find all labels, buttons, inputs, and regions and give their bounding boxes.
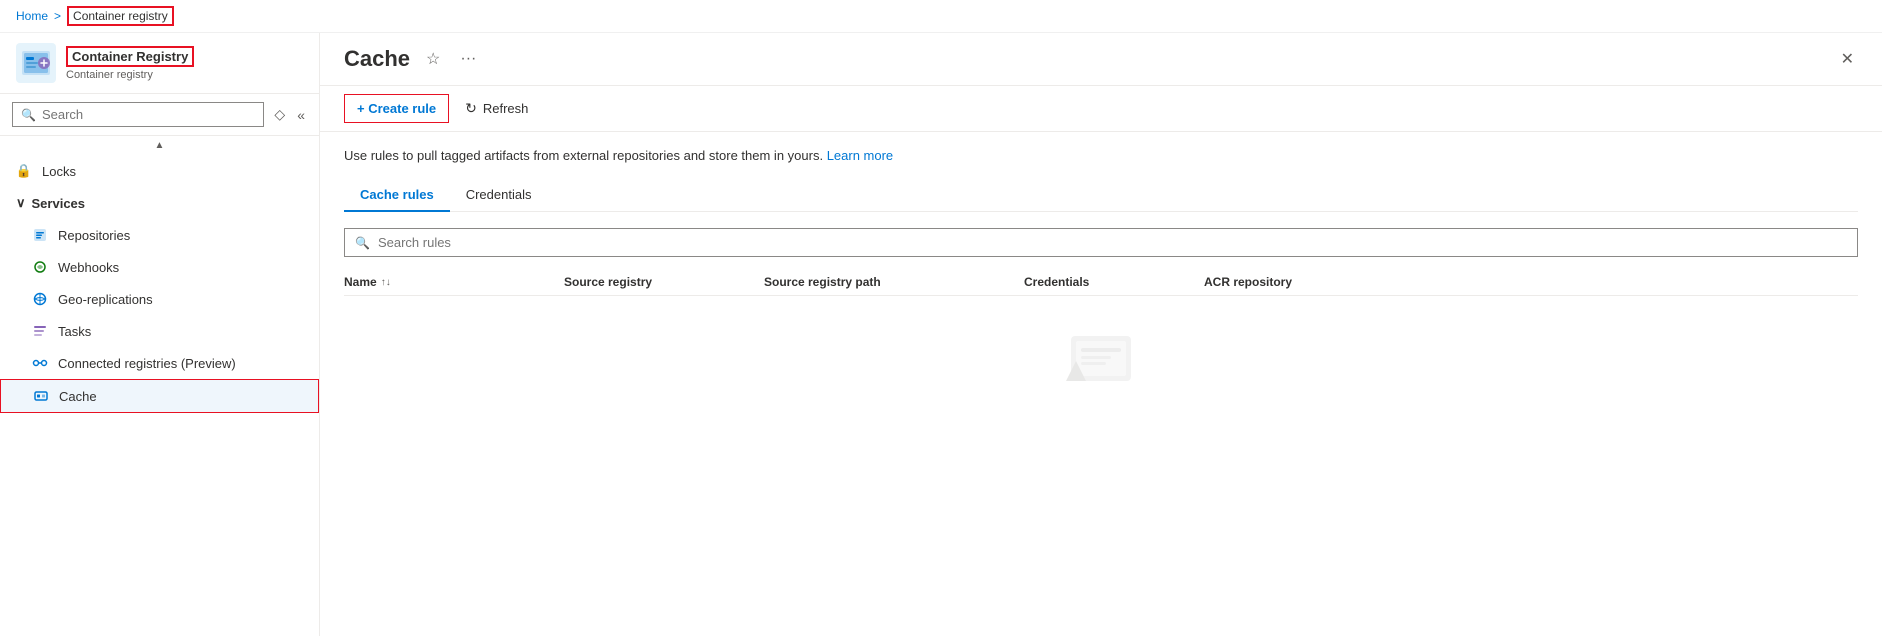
resource-subtitle: Container registry bbox=[66, 69, 194, 81]
filter-icon-button[interactable]: ◇ bbox=[272, 104, 287, 125]
search-rules-icon: 🔍 bbox=[355, 236, 370, 250]
sidebar-item-webhooks-label: Webhooks bbox=[58, 260, 119, 275]
breadcrumb: Home > Container registry bbox=[0, 0, 1882, 33]
resource-name: Container Registry bbox=[66, 46, 194, 67]
col-name: Name ↑↓ bbox=[344, 275, 564, 289]
sidebar-section-services-label: Services bbox=[32, 196, 86, 211]
container-registry-icon bbox=[16, 43, 56, 83]
collapse-icon-button[interactable]: « bbox=[295, 105, 307, 125]
sidebar-item-connected-registries[interactable]: Connected registries (Preview) bbox=[0, 347, 319, 379]
refresh-label: Refresh bbox=[483, 101, 529, 116]
sidebar-item-webhooks[interactable]: Webhooks bbox=[0, 251, 319, 283]
header-actions: ✕ bbox=[1837, 45, 1858, 73]
resource-title-block: Container Registry Container registry bbox=[66, 46, 194, 81]
search-actions: ◇ « bbox=[272, 104, 307, 125]
sidebar-item-tasks-label: Tasks bbox=[58, 324, 91, 339]
breadcrumb-home[interactable]: Home bbox=[16, 9, 48, 23]
search-rules-input[interactable] bbox=[378, 235, 1847, 250]
sidebar-item-locks[interactable]: 🔒 Locks bbox=[0, 155, 319, 187]
sidebar-item-geo-replications-label: Geo-replications bbox=[58, 292, 153, 307]
refresh-button[interactable]: ↻ Refresh bbox=[457, 94, 536, 123]
cache-icon bbox=[33, 388, 49, 404]
create-rule-button[interactable]: + Create rule bbox=[344, 94, 449, 123]
sidebar-item-connected-registries-label: Connected registries (Preview) bbox=[58, 356, 236, 371]
chevron-down-icon: ∨ bbox=[16, 195, 26, 211]
webhooks-icon bbox=[32, 259, 48, 275]
col-acr-repository: ACR repository bbox=[1204, 275, 1858, 289]
search-input-wrapper: 🔍 bbox=[12, 102, 264, 127]
connected-icon bbox=[32, 355, 48, 371]
sidebar-section-services[interactable]: ∨ Services bbox=[0, 187, 319, 219]
sidebar-search-bar: 🔍 ◇ « bbox=[0, 94, 319, 136]
empty-illustration bbox=[1061, 316, 1141, 396]
breadcrumb-current: Container registry bbox=[67, 6, 174, 26]
sidebar-item-locks-label: Locks bbox=[42, 164, 76, 179]
resource-header: Container Registry Container registry bbox=[0, 33, 319, 94]
sidebar-nav: ▲ 🔒 Locks ∨ Services Repositories bbox=[0, 136, 319, 636]
toolbar: + Create rule ↻ Refresh bbox=[320, 86, 1882, 132]
scroll-up-indicator: ▲ bbox=[155, 140, 165, 151]
sidebar-item-geo-replications[interactable]: Geo-replications bbox=[0, 283, 319, 315]
tabs: Cache rules Credentials bbox=[344, 179, 1858, 212]
col-source-registry: Source registry bbox=[564, 275, 764, 289]
refresh-icon: ↻ bbox=[465, 100, 477, 117]
col-credentials: Credentials bbox=[1024, 275, 1204, 289]
search-icon: 🔍 bbox=[21, 108, 36, 122]
sidebar-item-cache-label: Cache bbox=[59, 389, 97, 404]
content-area: Use rules to pull tagged artifacts from … bbox=[320, 132, 1882, 636]
breadcrumb-sep: > bbox=[54, 9, 61, 23]
tasks-icon bbox=[32, 323, 48, 339]
sidebar-item-repositories-label: Repositories bbox=[58, 228, 130, 243]
sidebar-item-tasks[interactable]: Tasks bbox=[0, 315, 319, 347]
info-text: Use rules to pull tagged artifacts from … bbox=[344, 148, 1858, 163]
lock-icon: 🔒 bbox=[16, 163, 32, 179]
tab-cache-rules[interactable]: Cache rules bbox=[344, 179, 450, 212]
sidebar: Container Registry Container registry 🔍 … bbox=[0, 33, 320, 636]
empty-state bbox=[344, 296, 1858, 416]
search-rules-wrapper: 🔍 bbox=[344, 228, 1858, 257]
close-button[interactable]: ✕ bbox=[1837, 45, 1858, 73]
favorite-button[interactable]: ☆ bbox=[422, 45, 444, 73]
tab-credentials[interactable]: Credentials bbox=[450, 179, 548, 212]
page-header: Cache ☆ ··· ✕ bbox=[320, 33, 1882, 86]
repos-icon bbox=[32, 227, 48, 243]
search-input[interactable] bbox=[42, 107, 255, 122]
page-title: Cache bbox=[344, 46, 410, 72]
geo-icon bbox=[32, 291, 48, 307]
sidebar-item-cache[interactable]: Cache bbox=[0, 379, 319, 413]
sidebar-item-repositories[interactable]: Repositories bbox=[0, 219, 319, 251]
learn-more-link[interactable]: Learn more bbox=[827, 148, 893, 163]
more-options-button[interactable]: ··· bbox=[456, 46, 480, 72]
sort-icon[interactable]: ↑↓ bbox=[381, 277, 391, 288]
main-content: Cache ☆ ··· ✕ + Create rule ↻ Refresh Us… bbox=[320, 33, 1882, 636]
col-source-registry-path: Source registry path bbox=[764, 275, 1024, 289]
table-header: Name ↑↓ Source registry Source registry … bbox=[344, 269, 1858, 296]
